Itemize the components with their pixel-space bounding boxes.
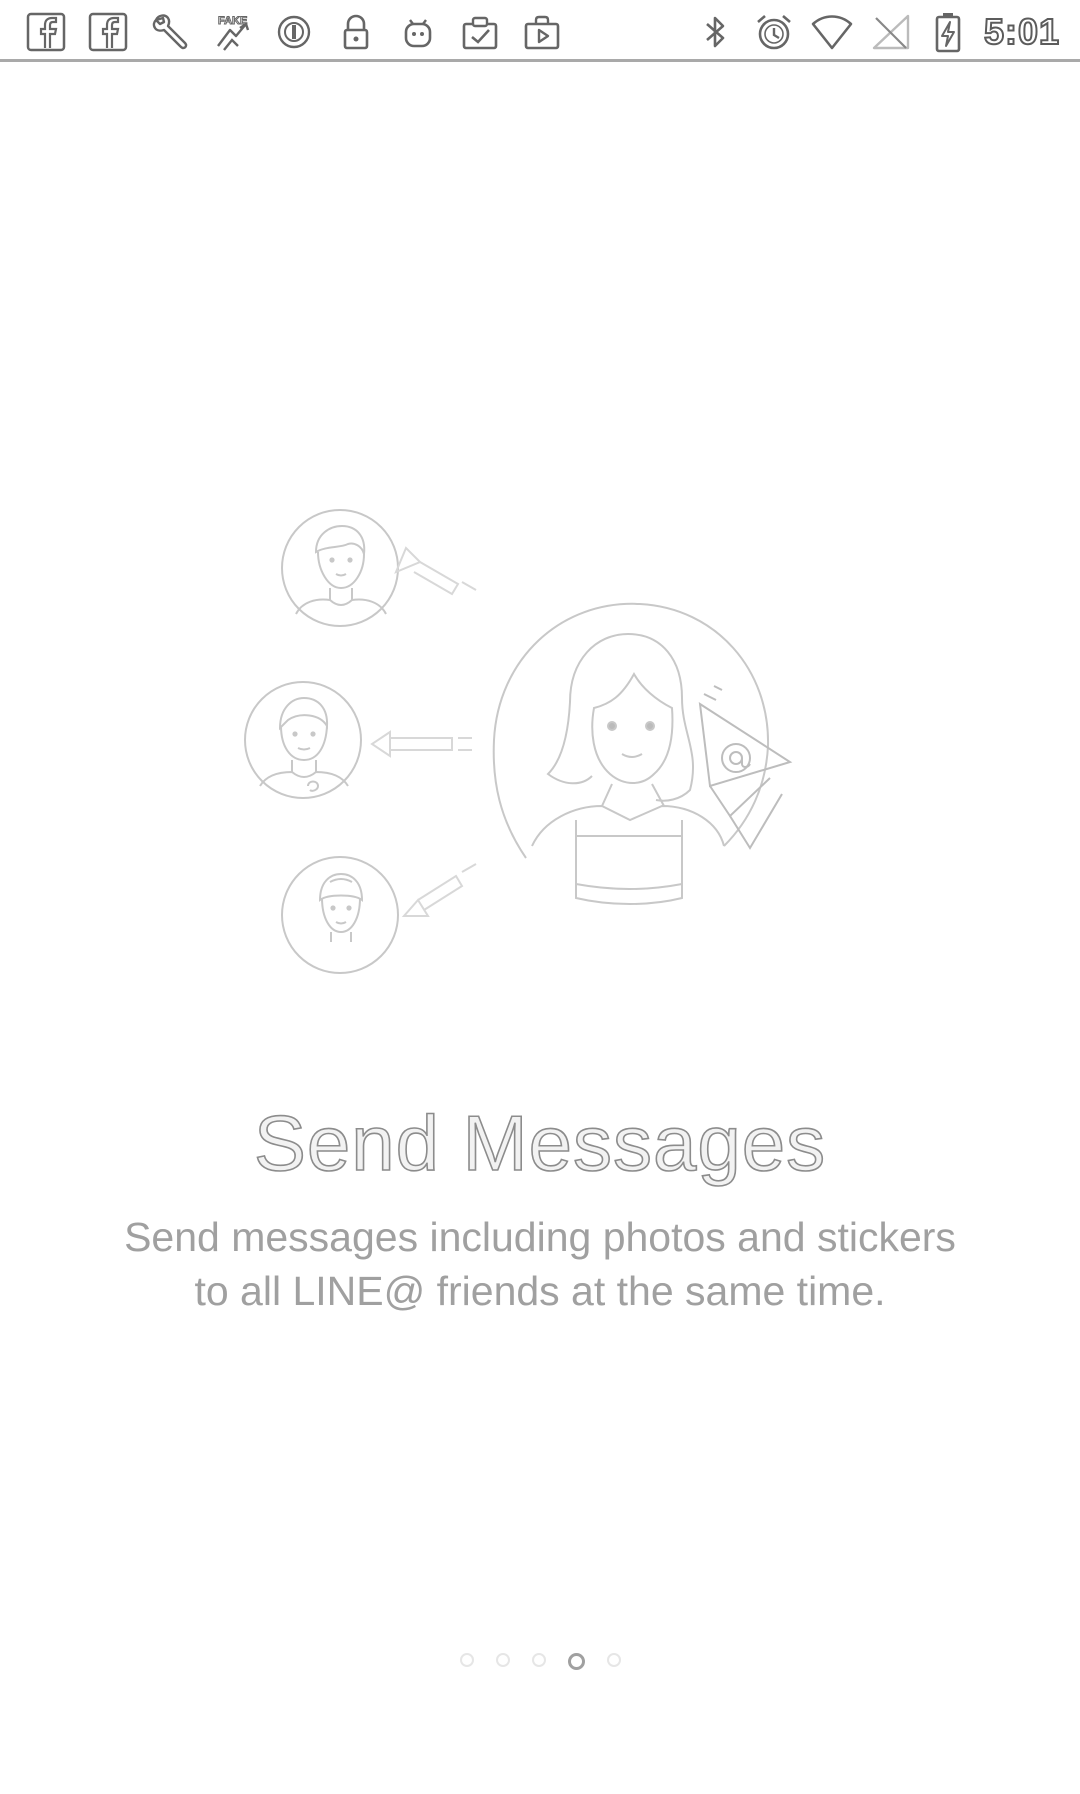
fake-gps-icon: FAKE (210, 10, 254, 54)
alarm-icon (752, 10, 796, 54)
arrow-top (394, 546, 477, 596)
status-bar: FAKE 5:01 (0, 0, 1080, 62)
facebook-icon (86, 10, 130, 54)
battery-charging-icon (926, 10, 970, 54)
page-dot-2[interactable] (495, 1653, 510, 1667)
arrow-bottom (401, 863, 477, 917)
onboarding-title: Send Messages (253, 1098, 827, 1188)
page-dot-5[interactable] (606, 1653, 621, 1667)
recipient-avatar-middle (244, 681, 362, 799)
bluetooth-icon (694, 10, 738, 54)
android-icon (396, 10, 440, 54)
lock-icon (334, 10, 378, 54)
play-store-icon (520, 10, 564, 54)
wrench-icon (148, 10, 192, 54)
page-dot-4-active[interactable] (567, 1653, 585, 1670)
no-sim-icon (868, 10, 912, 54)
system-icons: 5:01 (694, 8, 1060, 56)
page-dot-1[interactable] (459, 1653, 474, 1667)
paper-plane-icon (698, 685, 793, 850)
page-indicator (0, 1653, 1080, 1677)
notification-icons: FAKE (24, 8, 564, 56)
status-time: 5:01 (983, 10, 1060, 53)
recipient-avatar-top (281, 509, 399, 627)
clipboard-check-icon (458, 10, 502, 54)
send-messages-illustration (230, 490, 850, 990)
sender-avatar (492, 602, 770, 905)
circle-badge-icon (272, 10, 316, 54)
onboarding-description: Send messages including photos and stick… (124, 1214, 956, 1314)
wifi-icon (810, 10, 854, 54)
recipient-avatar-bottom (281, 856, 399, 974)
facebook-icon (24, 10, 68, 54)
arrow-middle (370, 730, 472, 758)
page-dot-3[interactable] (531, 1653, 546, 1667)
